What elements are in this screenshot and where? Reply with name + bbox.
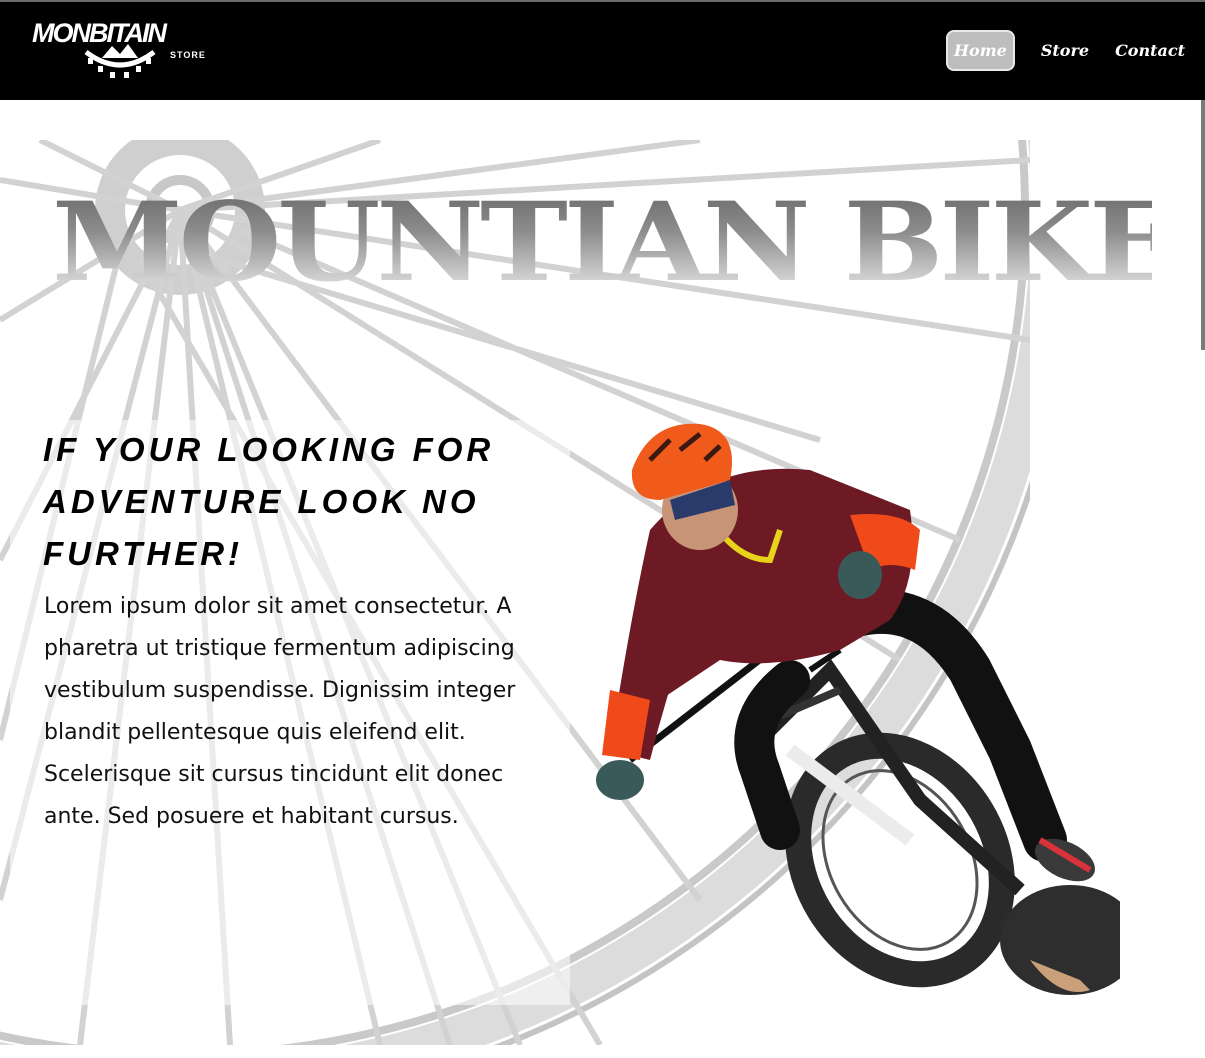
nav-home-button[interactable]: Home	[945, 30, 1015, 71]
hero-body-text: Lorem ipsum dolor sit amet consectetur. …	[44, 594, 516, 829]
rider-image	[596, 423, 1120, 995]
hero-title: MOUNTIAN BIKES	[52, 177, 1205, 306]
logo-subtext: STORE	[170, 50, 206, 60]
nav-contact-link[interactable]: Contact	[1115, 41, 1185, 60]
store-logo[interactable]: MONBITAIN STORE	[32, 16, 212, 86]
gear-logo-icon	[84, 44, 156, 78]
nav-store-link[interactable]: Store	[1041, 41, 1089, 60]
hero-headline: IF YOUR LOOKING FOR ADVENTURE LOOK NO FU…	[43, 431, 495, 572]
site-header: MONBITAIN STORE Home Store Contact	[0, 0, 1205, 100]
main-nav: Home Store Contact	[945, 30, 1185, 71]
